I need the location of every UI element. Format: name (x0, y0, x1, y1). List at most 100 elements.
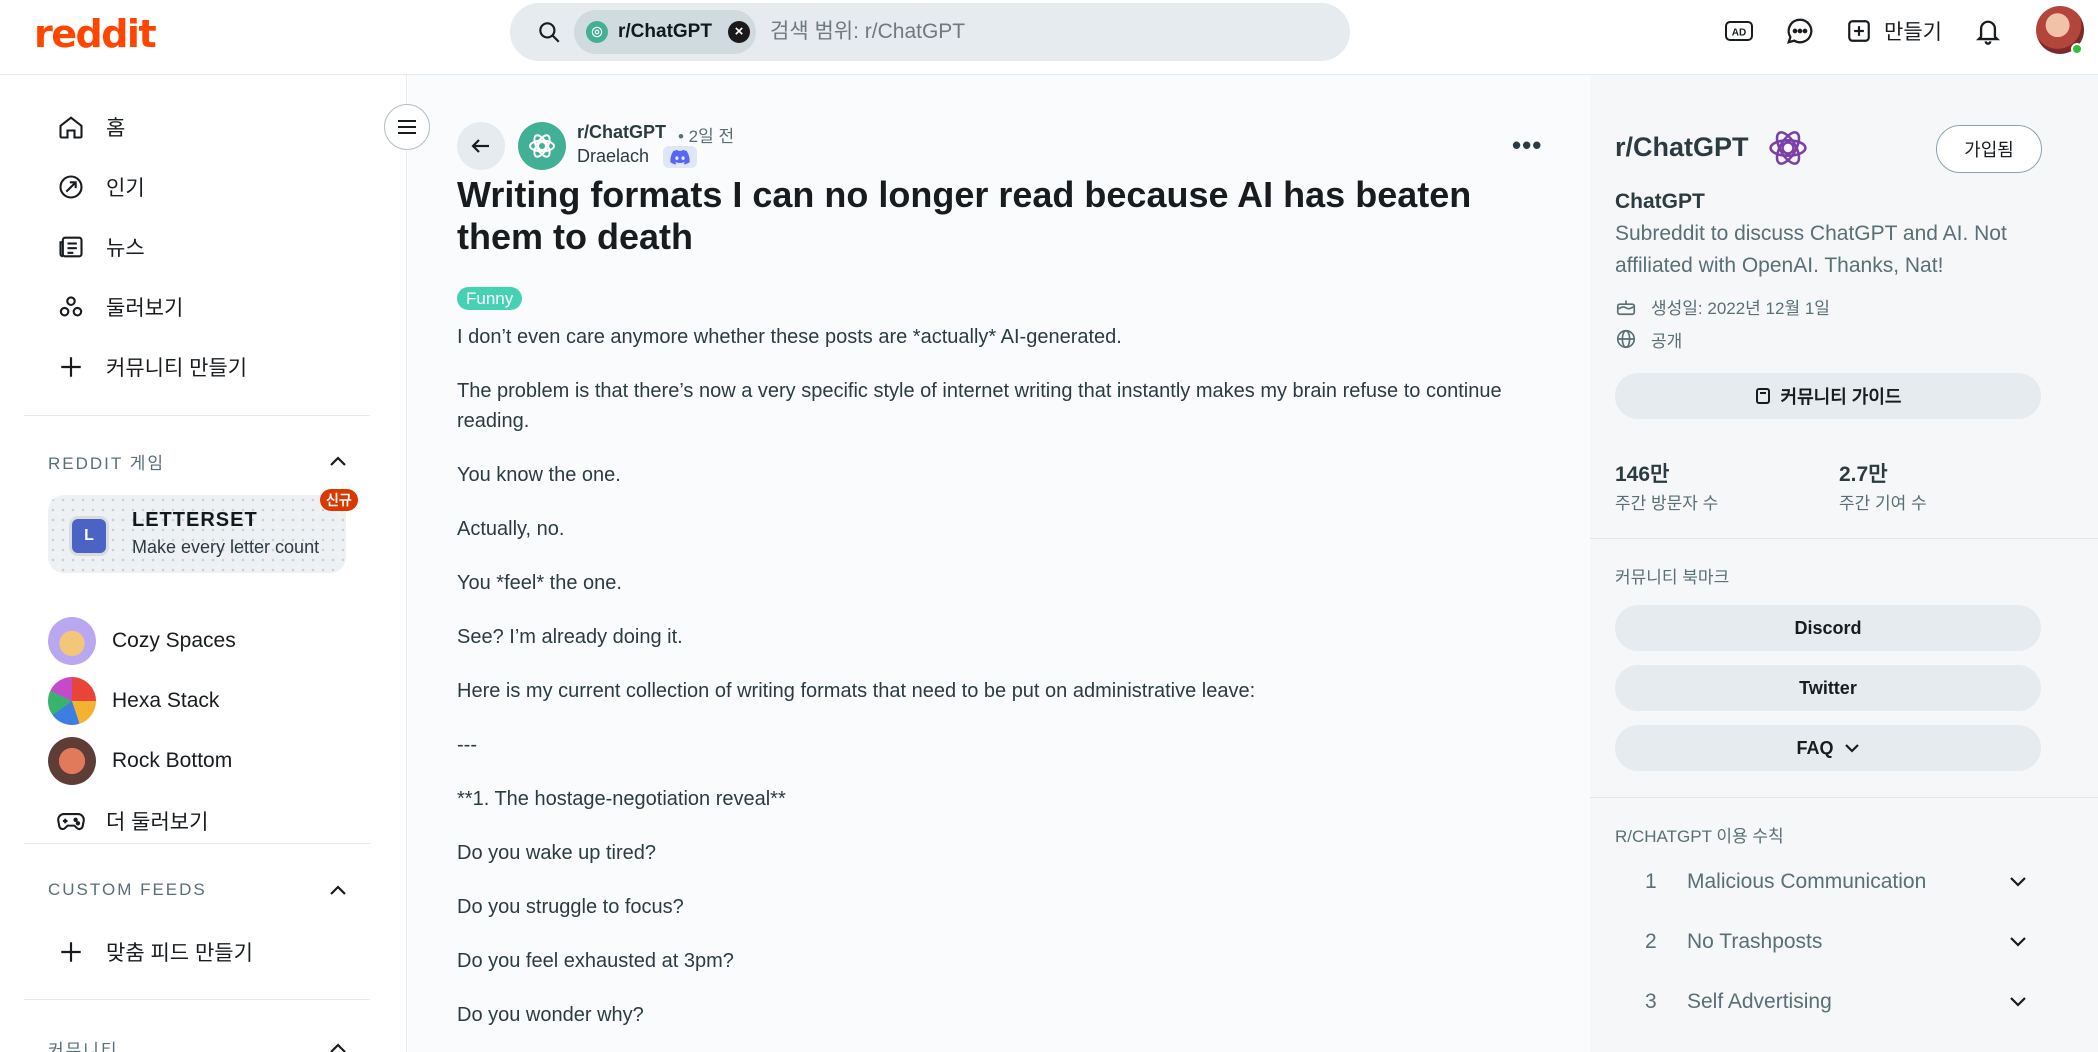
rule-number: 1 (1645, 870, 1657, 893)
game-name: Rock Bottom (112, 749, 233, 772)
nav-home[interactable]: 홈 (24, 101, 370, 153)
reddit-logo[interactable]: reddit (34, 12, 157, 56)
bookmark-label: Twitter (1799, 677, 1857, 698)
games-section-header[interactable]: REDDIT 게임 (48, 446, 348, 476)
nav-news[interactable]: 뉴스 (24, 221, 370, 273)
weekly-contributions-label: 주간 기여 수 (1839, 494, 1927, 513)
bookmark-faq-button[interactable]: FAQ (1615, 725, 2041, 771)
rule-item[interactable]: 2 No Trashposts (1615, 917, 2041, 967)
search-scope-chip[interactable]: r/ChatGPT × (574, 10, 756, 54)
post-paragraph: Do you struggle to focus? (457, 896, 684, 918)
created-date-row: 생성일: 2022년 12월 1일 (1615, 293, 1830, 319)
nav-home-label: 홈 (106, 117, 126, 140)
openai-logo-icon (1766, 126, 1810, 170)
post-paragraph: Here is my current collection of writing… (457, 680, 1256, 702)
visibility-label: 공개 (1651, 331, 1683, 351)
bookmark-label: Discord (1794, 617, 1862, 638)
popular-icon (56, 172, 86, 202)
menu-icon (396, 118, 418, 136)
post-paragraph: Do you feel exhausted at 3pm? (457, 950, 734, 972)
custom-feeds-title: CUSTOM FEEDS (48, 880, 207, 899)
rule-item[interactable]: 3 Self Advertising (1615, 977, 2041, 1027)
plus-square-icon (1846, 18, 1872, 44)
chevron-up-icon (328, 454, 348, 468)
rules-header: R/CHATGPT 이용 수칙 (1615, 827, 1784, 846)
chat-icon[interactable] (1785, 16, 1815, 46)
communities-header[interactable]: 커뮤니티 (48, 1033, 348, 1052)
rock-bottom-icon (48, 737, 96, 785)
create-button[interactable]: 만들기 (1846, 14, 1942, 48)
chevron-down-icon (2009, 995, 2027, 1007)
advertise-icon[interactable]: AD (1724, 16, 1754, 46)
letterset-icon: L (72, 519, 106, 553)
news-icon (56, 232, 86, 262)
sidebar-divider (1590, 797, 2098, 798)
rule-number: 2 (1645, 930, 1657, 953)
rule-item[interactable]: 1 Malicious Communication (1615, 857, 2041, 907)
community-guide-label: 커뮤니티 가이드 (1780, 387, 1902, 407)
subreddit-chip-icon (586, 21, 608, 43)
chevron-down-icon (2009, 875, 2027, 887)
post-paragraph: See? I’m already doing it. (457, 626, 683, 648)
explore-icon (56, 292, 86, 322)
post-paragraph: Do you wonder why? (457, 1004, 644, 1026)
post-subreddit-link[interactable]: r/ChatGPT (577, 122, 666, 143)
plus-icon (56, 352, 86, 382)
post-paragraph: --- (457, 734, 477, 756)
plus-icon (56, 937, 86, 967)
bookmark-twitter-button[interactable]: Twitter (1615, 665, 2041, 711)
joined-button[interactable]: 가입됨 (1936, 125, 2042, 173)
search-icon (536, 19, 562, 45)
visibility-row: 공개 (1615, 326, 1682, 352)
post-paragraph: You know the one. (457, 464, 621, 486)
game-item-cozy-spaces[interactable]: Cozy Spaces (48, 615, 236, 667)
create-custom-feed[interactable]: 맞춤 피드 만들기 (24, 926, 370, 978)
community-title[interactable]: r/ChatGPT (1615, 132, 1749, 163)
hexa-stack-icon (48, 677, 96, 725)
featured-game-card[interactable]: L LETTERSET Make every letter count (48, 495, 346, 573)
more-options-icon[interactable]: ••• (1512, 130, 1542, 161)
chevron-down-icon (2009, 935, 2027, 947)
new-badge: 신규 (320, 489, 358, 511)
post-body: I don’t even care anymore whether these … (457, 322, 1547, 1052)
back-button[interactable] (457, 122, 505, 170)
collapse-sidebar-button[interactable] (384, 104, 430, 150)
communities-title: 커뮤니티 (48, 1040, 119, 1052)
post-author[interactable]: Draelach (577, 146, 649, 167)
remove-scope-icon[interactable]: × (727, 21, 750, 43)
game-item-hexa-stack[interactable]: Hexa Stack (48, 675, 219, 727)
post-paragraph: I don’t even care anymore whether these … (457, 326, 1122, 348)
custom-feeds-header[interactable]: CUSTOM FEEDS (48, 875, 348, 905)
nav-popular[interactable]: 인기 (24, 161, 370, 213)
post-timestamp: • 2일 전 (678, 127, 735, 146)
more-games-link[interactable]: 더 둘러보기 (24, 795, 370, 847)
top-header: reddit r/ChatGPT × AD 만들기 (0, 0, 2098, 75)
nav-explore[interactable]: 둘러보기 (24, 281, 370, 333)
rule-title: Self Advertising (1687, 990, 1832, 1013)
globe-icon (1615, 328, 1637, 350)
search-input[interactable] (770, 11, 1330, 53)
nav-create-community[interactable]: 커뮤니티 만들기 (24, 341, 370, 393)
chevron-up-icon (328, 1041, 348, 1052)
sidebar-divider (24, 415, 370, 416)
weekly-visitors-label: 주간 방문자 수 (1615, 494, 1719, 513)
post-flair[interactable]: Funny (457, 287, 523, 310)
bookmark-label: FAQ (1796, 737, 1834, 758)
rule-number: 3 (1645, 990, 1657, 1013)
subreddit-avatar[interactable] (518, 122, 566, 170)
featured-game-name: LETTERSET (132, 509, 258, 531)
featured-game-description: Make every letter count (132, 537, 320, 557)
post-paragraph: Do you wake up tired? (457, 842, 657, 864)
post-title: Writing formats I can no longer read bec… (457, 174, 1472, 257)
cozy-spaces-icon (48, 617, 96, 665)
svg-text:AD: AD (1732, 28, 1746, 39)
bookmark-discord-button[interactable]: Discord (1615, 605, 2041, 651)
search-bar[interactable]: r/ChatGPT × (510, 3, 1350, 61)
notification-bell-icon[interactable] (1973, 16, 2003, 46)
game-item-rock-bottom[interactable]: Rock Bottom (48, 735, 232, 787)
community-guide-button[interactable]: 커뮤니티 가이드 (1615, 373, 2041, 419)
community-description: Subreddit to discuss ChatGPT and AI. Not… (1615, 222, 2007, 277)
sidebar-divider (1590, 538, 2098, 539)
create-label: 만들기 (1884, 21, 1942, 44)
chevron-up-icon (328, 883, 348, 897)
